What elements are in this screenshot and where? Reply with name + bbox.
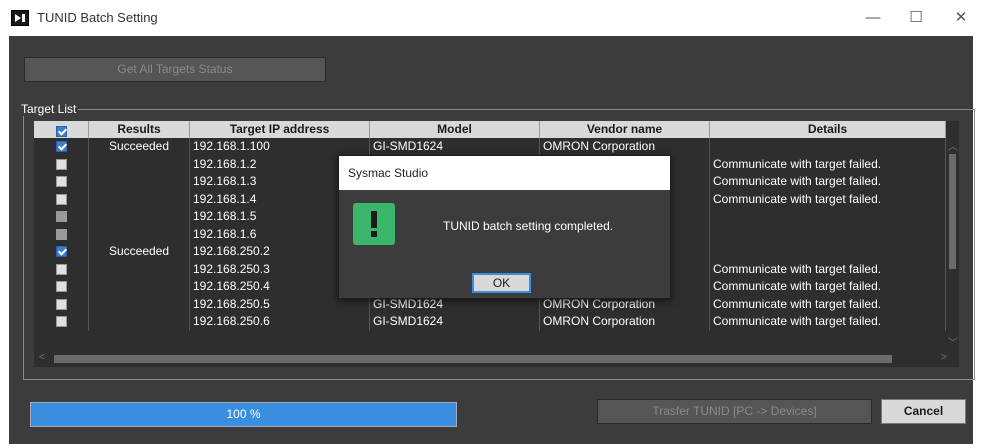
scroll-left-icon[interactable]: < — [39, 352, 45, 363]
close-icon[interactable]: ✕ — [944, 4, 978, 32]
column-header-vendor[interactable]: Vendor name — [540, 121, 710, 138]
horizontal-scrollbar[interactable]: < > — [34, 351, 959, 367]
progress-bar: 100 % — [30, 402, 457, 427]
checkbox[interactable] — [55, 263, 67, 275]
title-bar: TUNID Batch Setting — ☐ ✕ — [0, 0, 981, 36]
target-list-label: Target List — [19, 102, 79, 116]
ok-button[interactable]: OK — [472, 273, 531, 293]
exclamation-icon — [353, 203, 395, 245]
details-cell: Communicate with target failed. — [710, 313, 946, 331]
vertical-scrollbar[interactable]: ︿ ﹀ — [946, 138, 959, 351]
row-checkbox[interactable] — [34, 173, 89, 191]
checkbox[interactable] — [55, 228, 67, 240]
completion-message-dialog: Sysmac Studio TUNID batch setting comple… — [338, 155, 671, 299]
maximize-icon[interactable]: ☐ — [899, 4, 933, 32]
dialog-message: TUNID batch setting completed. — [443, 219, 614, 233]
details-cell: Communicate with target failed. — [710, 278, 946, 296]
result-cell: Succeeded — [89, 243, 190, 261]
table-row[interactable]: 192.168.250.6 GI-SMD1624 OMRON Corporation… — [34, 313, 946, 331]
checkbox[interactable] — [55, 298, 67, 310]
result-cell — [89, 295, 190, 313]
details-cell — [710, 225, 946, 243]
row-checkbox[interactable] — [34, 208, 89, 226]
result-cell — [89, 208, 190, 226]
result-cell — [89, 190, 190, 208]
result-cell: Succeeded — [89, 138, 190, 156]
details-cell: Communicate with target failed. — [710, 190, 946, 208]
result-cell — [89, 225, 190, 243]
scroll-right-icon[interactable]: > — [941, 352, 947, 363]
details-cell: Communicate with target failed. — [710, 155, 946, 173]
horizontal-scroll-thumb[interactable] — [54, 355, 892, 363]
result-cell — [89, 313, 190, 331]
details-cell — [710, 138, 946, 156]
checkbox[interactable] — [55, 158, 67, 170]
row-checkbox[interactable] — [34, 295, 89, 313]
get-all-targets-status-button[interactable]: Get All Targets Status — [24, 57, 326, 82]
column-header-model[interactable]: Model — [370, 121, 540, 138]
ip-address-cell: 192.168.250.6 — [190, 313, 370, 331]
checkbox[interactable] — [55, 193, 67, 205]
details-cell: Communicate with target failed. — [710, 173, 946, 191]
column-header-details[interactable]: Details — [710, 121, 946, 138]
result-cell — [89, 278, 190, 296]
details-cell: Communicate with target failed. — [710, 260, 946, 278]
row-checkbox[interactable] — [34, 190, 89, 208]
vertical-scroll-thumb[interactable] — [949, 154, 956, 269]
scroll-down-icon[interactable]: ﹀ — [948, 334, 958, 349]
cancel-button[interactable]: Cancel — [881, 399, 966, 424]
scroll-up-icon[interactable]: ︿ — [948, 138, 958, 153]
checkbox[interactable] — [55, 141, 67, 153]
column-header-results[interactable]: Results — [89, 121, 190, 138]
checkbox[interactable] — [55, 211, 67, 223]
vendor-cell: OMRON Corporation — [540, 313, 710, 331]
row-checkbox[interactable] — [34, 225, 89, 243]
row-checkbox[interactable] — [34, 155, 89, 173]
tunid-batch-setting-window: TUNID Batch Setting — ☐ ✕ Get All Target… — [0, 0, 981, 448]
model-cell: GI-SMD1624 — [370, 138, 540, 156]
checkbox[interactable] — [55, 281, 67, 293]
checkbox[interactable] — [55, 246, 67, 258]
details-cell: Communicate with target failed. — [710, 295, 946, 313]
checkbox[interactable] — [55, 176, 67, 188]
sysmac-app-icon — [11, 10, 29, 26]
ip-address-cell: 192.168.1.100 — [190, 138, 370, 156]
row-checkbox[interactable] — [34, 260, 89, 278]
row-checkbox[interactable] — [34, 313, 89, 331]
row-checkbox[interactable] — [34, 278, 89, 296]
column-header-ip[interactable]: Target IP address — [190, 121, 370, 138]
checkbox[interactable] — [55, 316, 67, 328]
grid-header: Results Target IP address Model Vendor n… — [34, 121, 946, 138]
minimize-icon[interactable]: — — [856, 4, 890, 32]
vendor-cell: OMRON Corporation — [540, 138, 710, 156]
result-cell — [89, 173, 190, 191]
details-cell — [710, 208, 946, 226]
transfer-tunid-button[interactable]: Trasfer TUNID [PC -> Devices] — [597, 399, 872, 424]
row-checkbox[interactable] — [34, 138, 89, 156]
row-checkbox[interactable] — [34, 243, 89, 261]
details-cell — [710, 243, 946, 261]
select-all-checkbox[interactable] — [34, 121, 89, 138]
model-cell: GI-SMD1624 — [370, 313, 540, 331]
result-cell — [89, 155, 190, 173]
window-title: TUNID Batch Setting — [37, 10, 158, 25]
result-cell — [89, 260, 190, 278]
table-row[interactable]: Succeeded 192.168.1.100 GI-SMD1624 OMRON Co… — [34, 138, 946, 156]
dialog-title: Sysmac Studio — [339, 156, 670, 190]
